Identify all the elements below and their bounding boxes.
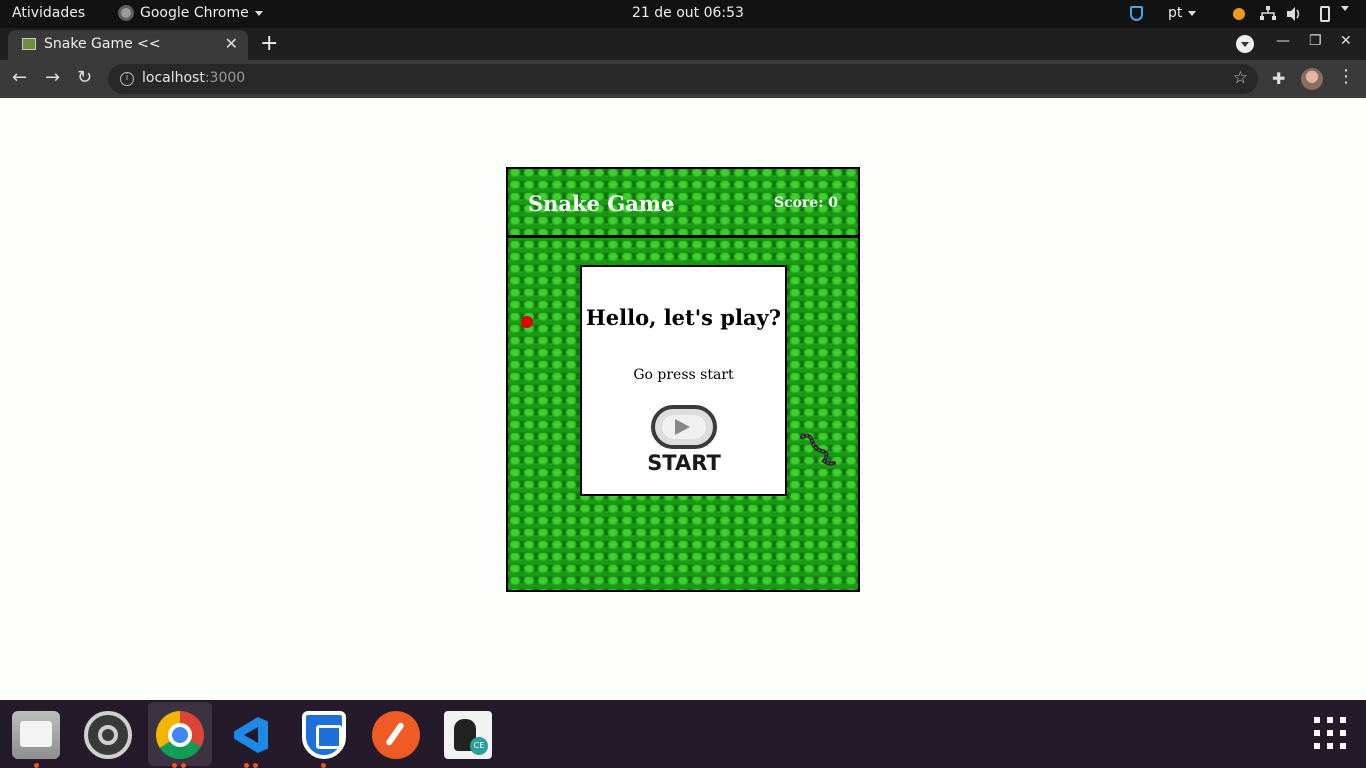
shield-app-icon[interactable] [302, 711, 346, 768]
settings-icon[interactable] [84, 711, 132, 759]
clock[interactable]: 21 de out 06:53 [632, 5, 744, 21]
start-modal: Hello, let's play? Go press start START [580, 265, 787, 496]
shield-icon[interactable] [1130, 6, 1143, 21]
postman-icon[interactable] [372, 711, 420, 759]
running-indicator [244, 763, 249, 768]
snake-icon [800, 433, 836, 466]
close-window-icon[interactable]: ✕ [1340, 33, 1352, 49]
bookmark-star-icon[interactable]: ☆ [1233, 68, 1248, 88]
more-menu-icon[interactable]: ⋮ [1337, 66, 1355, 87]
forward-icon[interactable]: → [45, 67, 60, 88]
running-indicator [181, 763, 186, 768]
running-indicator [172, 763, 177, 768]
system-top-bar: Atividades Google Chrome 21 de out 06:53… [0, 0, 1366, 28]
chrome-app-icon [118, 5, 134, 21]
language-selector[interactable]: pt [1168, 5, 1197, 21]
start-button[interactable]: START [646, 405, 722, 477]
ce-icon[interactable] [444, 711, 492, 759]
new-tab-icon[interactable]: + [260, 31, 278, 56]
url-text[interactable]: localhost:3000 [142, 70, 245, 86]
vscode-icon[interactable] [228, 711, 276, 768]
score-display: Score: 0 [773, 195, 838, 211]
browser-toolbar: ← → ↻ i localhost:3000 ☆ ✚ ⋮ [0, 60, 1366, 98]
tab-title: Snake Game << [44, 36, 161, 52]
language-label: pt [1168, 5, 1183, 21]
modal-subtitle: Go press start [633, 367, 734, 383]
files-icon[interactable] [12, 711, 60, 768]
running-indicator [34, 763, 39, 768]
activities-button[interactable]: Atividades [12, 5, 85, 21]
address-bar[interactable]: i localhost:3000 ☆ [108, 64, 1258, 94]
system-menu-chevron-icon[interactable] [1341, 6, 1349, 11]
profile-avatar[interactable] [1301, 68, 1323, 90]
volume-icon[interactable] [1286, 6, 1302, 22]
browser-tab-strip: Snake Game << ✕ + — ❐ ✕ [0, 28, 1366, 60]
browser-tab[interactable]: Snake Game << ✕ [8, 30, 248, 60]
tab-search-icon[interactable] [1236, 35, 1254, 53]
tab-favicon-icon [22, 38, 36, 50]
food-dot [521, 316, 533, 328]
notification-dot-icon[interactable] [1233, 8, 1245, 20]
play-icon [675, 419, 690, 435]
start-button-label: START [647, 451, 721, 475]
chevron-down-icon [1188, 10, 1197, 16]
chevron-down-icon [254, 10, 263, 16]
restore-icon[interactable]: ❐ [1309, 33, 1322, 49]
running-indicator [321, 763, 326, 768]
extensions-puzzle-icon[interactable]: ✚ [1272, 69, 1285, 88]
game-title: Snake Game [528, 191, 675, 216]
modal-title: Hello, let's play? [585, 305, 782, 330]
game-header: Snake Game Score: 0 [508, 169, 858, 238]
show-apps-icon[interactable] [1314, 717, 1346, 749]
battery-icon[interactable] [1320, 6, 1330, 22]
network-icon[interactable] [1260, 6, 1276, 20]
snake-game-board: Snake Game Score: 0 Hello, let's play? G… [506, 167, 860, 592]
tab-close-icon[interactable]: ✕ [225, 34, 238, 53]
site-info-icon[interactable]: i [120, 72, 134, 86]
app-menu[interactable]: Google Chrome [118, 5, 263, 21]
chrome-icon[interactable] [156, 711, 204, 768]
app-menu-label: Google Chrome [140, 5, 249, 21]
minimize-icon[interactable]: — [1276, 33, 1290, 49]
running-indicator [253, 763, 258, 768]
back-icon[interactable]: ← [12, 67, 27, 88]
reload-icon[interactable]: ↻ [77, 67, 92, 88]
